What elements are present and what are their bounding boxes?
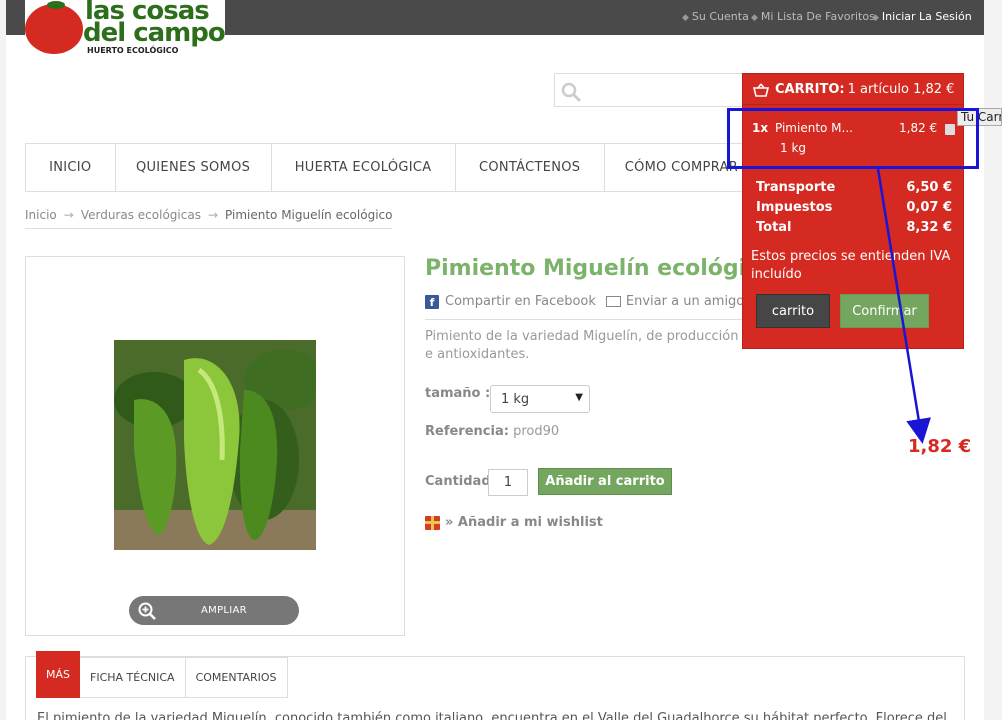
annotation-highlight-box [727,108,979,169]
search-input[interactable] [587,78,747,102]
share-row: f Compartir en Facebook Enviar a un amig… [425,294,744,309]
login-link-label: Iniciar La Sesión [881,10,972,23]
tax-value: 0,07 € [906,200,952,215]
product-title: Pimiento Miguelín ecológico [425,256,775,281]
site-logo[interactable]: las cosas del campo HUERTO ECOLÓGICO [25,0,226,55]
quantity-label: Cantidad [425,474,491,489]
add-to-cart-button[interactable]: Añadir al carrito [538,468,672,495]
annotation-price-label: 1,82 € [908,436,972,457]
cart-header[interactable]: CARRITO: 1 artículo 1,82 € [753,82,954,97]
share-facebook-link[interactable]: Compartir en Facebook [445,294,596,309]
breadcrumb: Inicio → Verduras ecológicas → Pimiento … [25,208,393,229]
divider [425,319,743,320]
account-link-label: Su Cuenta [691,10,749,23]
wishlist-top-link-label: Mi Lista De Favoritos [760,10,875,23]
diamond-icon: ◆ [872,13,879,23]
login-link[interactable]: ◆ Iniciar La Sesión [872,10,972,23]
breadcrumb-current: Pimiento Miguelín ecológico [225,208,393,222]
product-description: Pimiento de la variedad Miguelín, de pro… [425,329,739,362]
reference-label: Referencia: [425,424,509,439]
tab-content: El pimiento de la variedad Miguelín, con… [37,711,947,720]
diamond-icon: ◆ [751,13,758,23]
diamond-icon: ◆ [682,13,689,23]
nav-item-quienes-somos[interactable]: QUIENES SOMOS [116,144,272,191]
totals-row: Total 8,32 € [756,220,952,240]
totals-row: Impuestos 0,07 € [756,200,952,220]
logo-line-2: del campo [83,18,226,48]
arrow-right-icon: → [63,208,74,222]
leaf-logo-icon [47,1,65,9]
reference-value: prod90 [513,424,560,439]
wishlist-row: » Añadir a mi wishlist [425,515,603,530]
tab-bar: MÁS FICHA TÉCNICA COMENTARIOS [36,651,288,698]
main-nav: INICIO QUIENES SOMOS HUERTA ECOLÓGICA CO… [25,143,755,192]
gift-icon [425,515,440,530]
nav-item-huerta-ecologica[interactable]: HUERTA ECOLÓGICA [272,144,456,191]
nav-item-contactenos[interactable]: CONTÁCTENOS [456,144,605,191]
add-wishlist-link[interactable]: » Añadir a mi wishlist [445,515,603,530]
cart-divider [743,104,963,105]
total-label: Total [756,220,792,235]
cart-totals: Transporte 6,50 € Impuestos 0,07 € Total 8,… [756,180,952,240]
tax-note: Estos precios se entienden IVA incluído [751,249,951,282]
total-value: 8,32 € [906,220,952,235]
pepper-photo [114,340,316,550]
facebook-icon: f [425,294,439,309]
basket-icon [753,83,769,97]
shipping-label: Transporte [756,180,836,195]
wishlist-top-link[interactable]: ◆ Mi Lista De Favoritos [751,10,875,23]
product-image[interactable] [114,340,316,550]
search-icon[interactable] [561,82,581,102]
breadcrumb-category[interactable]: Verduras ecológicas [81,208,201,222]
quantity-input[interactable] [488,469,528,496]
size-select[interactable]: 1 kg ▼ [490,385,590,413]
nav-item-inicio[interactable]: INICIO [26,144,116,191]
cart-summary: 1 artículo 1,82 € [847,82,955,97]
zoom-in-icon [138,602,156,620]
tax-label: Impuestos [756,200,833,215]
arrow-right-icon: → [207,208,219,222]
chevron-down-icon: ▼ [575,392,583,403]
product-tabs: MÁS FICHA TÉCNICA COMENTARIOS El pimient… [25,651,965,720]
send-friend-link[interactable]: Enviar a un amigo [626,294,744,309]
product-image-box: AMPLIAR [25,256,405,636]
account-link[interactable]: ◆ Su Cuenta [682,10,749,23]
tab-mas[interactable]: MÁS [36,651,80,698]
tomato-logo-icon [25,4,83,54]
shipping-value: 6,50 € [906,180,952,195]
reference-row: Referencia: prod90 [425,424,559,439]
view-cart-button[interactable]: carrito [756,294,830,328]
logo-tagline: HUERTO ECOLÓGICO [87,46,179,55]
zoom-button-label: AMPLIAR [201,605,247,616]
breadcrumb-home[interactable]: Inicio [25,208,57,222]
tab-ficha-tecnica[interactable]: FICHA TÉCNICA [80,657,186,698]
search-box [554,73,754,107]
totals-row: Transporte 6,50 € [756,180,952,200]
tab-comentarios[interactable]: COMENTARIOS [185,657,288,698]
confirm-button[interactable]: Confirmar [840,294,929,328]
mail-icon [605,296,621,307]
size-select-value: 1 kg [501,392,530,407]
size-label: tamaño : [425,386,491,401]
zoom-button[interactable]: AMPLIAR [129,596,299,625]
cart-title: CARRITO: [775,82,845,97]
